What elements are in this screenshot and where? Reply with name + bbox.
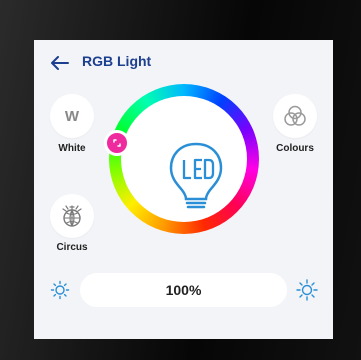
colours-mode-button[interactable] [273,94,317,138]
brightness-up-icon [296,279,318,301]
brightness-down-icon [50,280,70,300]
device-screen: RGB Light W White Colours Circus 100% [34,40,333,339]
color-wheel[interactable] [109,84,259,234]
brightness-value: 100% [165,282,202,298]
colours-icon [284,105,306,126]
header: RGB Light [34,40,333,86]
back-arrow-icon [51,56,69,70]
circus-mode-button[interactable] [50,194,94,238]
led-bulb-icon [169,142,223,209]
brightness-slider[interactable]: 100% [80,273,287,307]
color-wheel-center [121,96,247,222]
page-title: RGB Light [82,53,152,69]
white-mode-label: White [58,143,86,154]
colours-mode-label: Colours [276,143,314,154]
thumb-arrows-icon [113,139,121,147]
circus-mode-label: Circus [56,242,88,253]
circus-icon [62,205,82,227]
brightness-up-button[interactable] [295,278,319,302]
white-mode-icon: W [64,107,80,125]
back-button[interactable] [48,51,72,75]
color-picker-thumb[interactable] [104,130,130,156]
white-mode-button[interactable]: W [50,94,94,138]
brightness-down-button[interactable] [48,278,72,302]
